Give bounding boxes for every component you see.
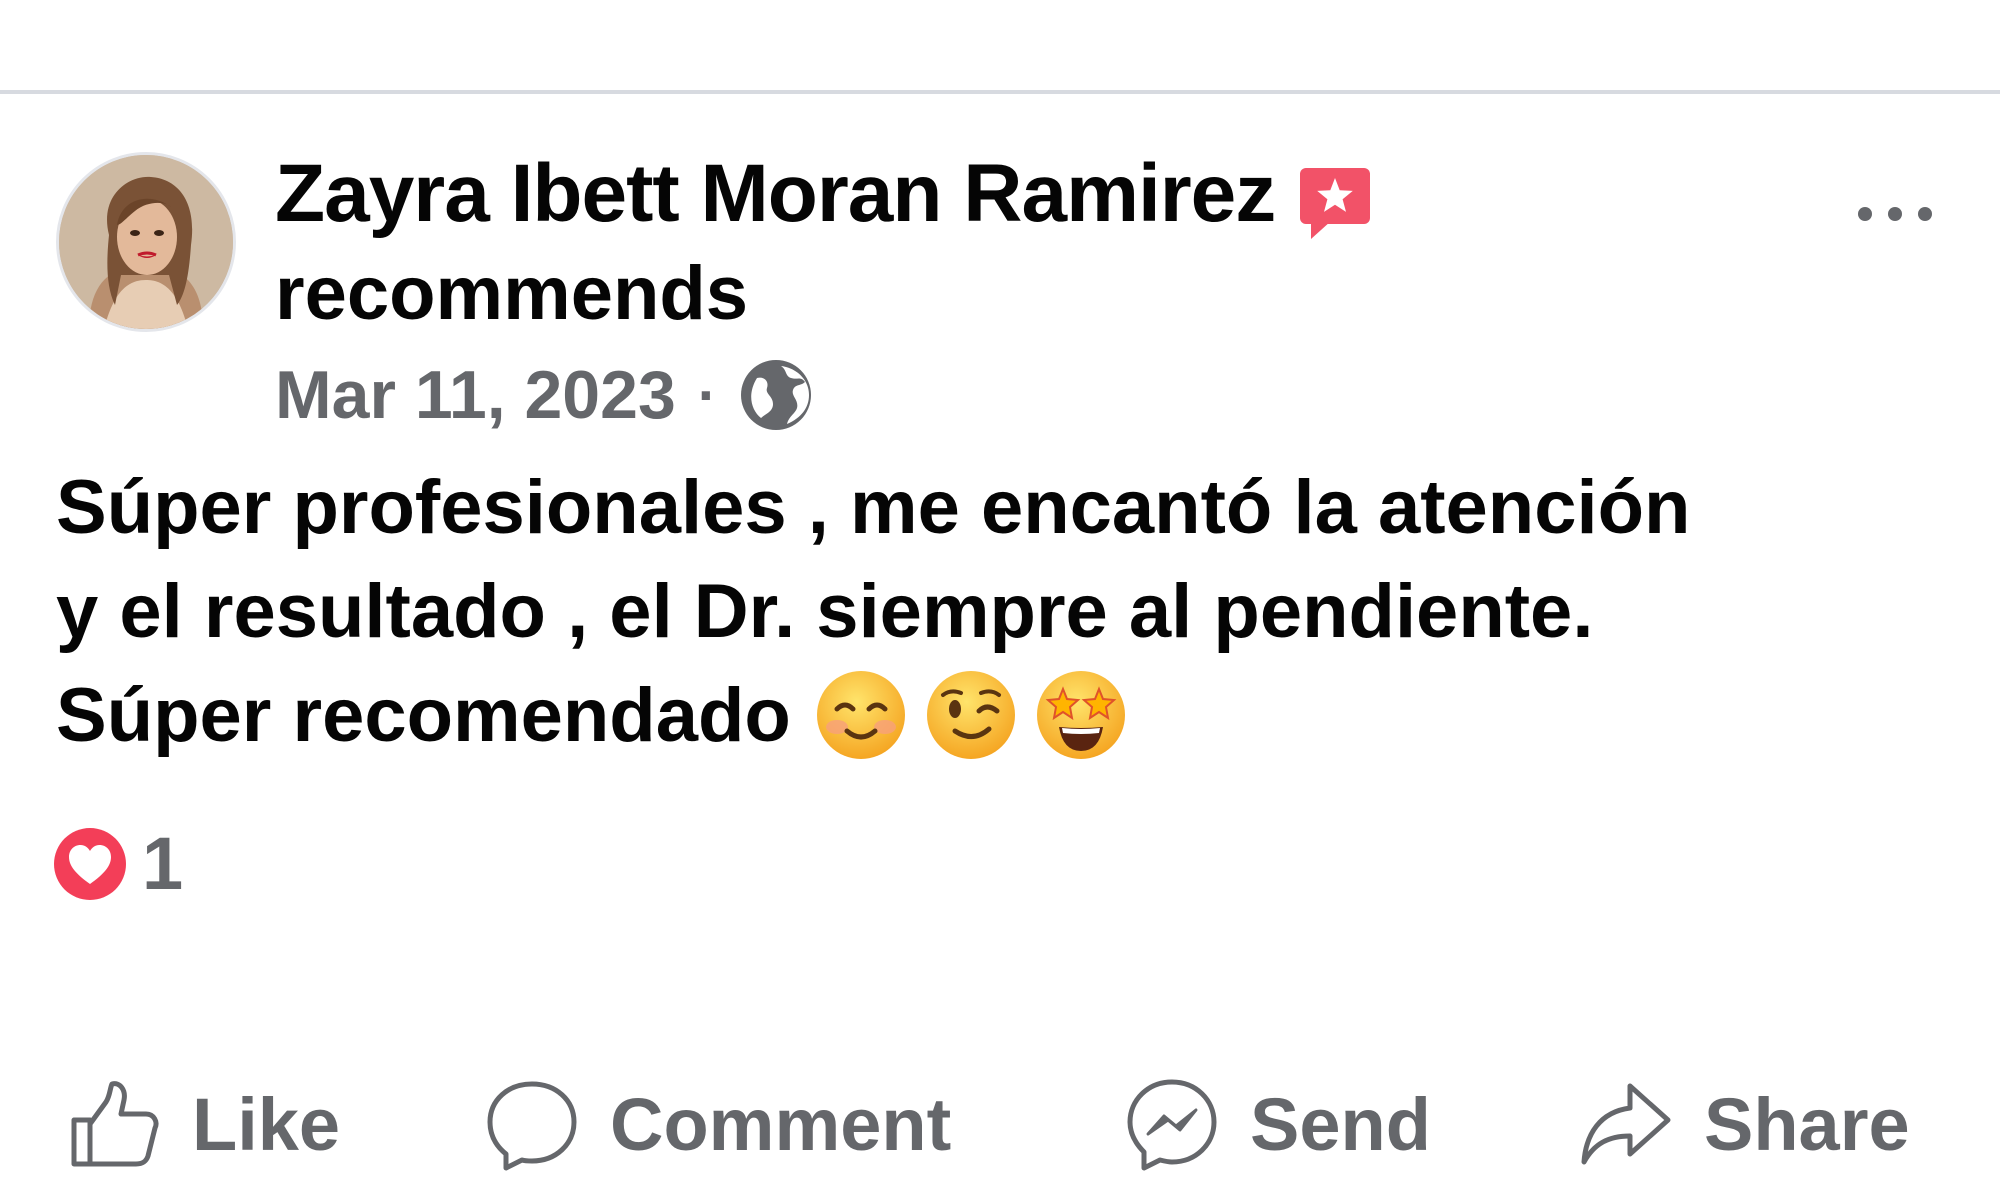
more-options-icon	[1918, 207, 1932, 221]
post-date[interactable]: Mar 11, 2023	[275, 350, 676, 440]
post-text-line: y el resultado , el Dr. siempre al pendi…	[56, 569, 1594, 654]
action-bar: Like Comment Send Share	[0, 1064, 2000, 1184]
send-label: Send	[1250, 1082, 1431, 1166]
comment-bubble-icon	[487, 1081, 577, 1171]
avatar-image	[59, 155, 233, 329]
thumbs-up-icon	[71, 1081, 159, 1167]
smiling-face-emoji	[816, 670, 905, 759]
send-button[interactable]: Send	[1124, 1064, 1431, 1184]
avatar[interactable]	[56, 152, 236, 332]
meta-separator: ·	[697, 362, 718, 428]
share-arrow-icon	[1581, 1083, 1671, 1165]
more-options-button[interactable]	[1850, 194, 1940, 234]
share-button[interactable]: Share	[1578, 1064, 1910, 1184]
more-options-icon	[1888, 207, 1902, 221]
like-label: Like	[192, 1082, 341, 1166]
share-label: Share	[1704, 1082, 1910, 1166]
comment-label: Comment	[610, 1082, 952, 1166]
comment-button[interactable]: Comment	[484, 1064, 951, 1184]
recommend-star-icon	[1297, 165, 1373, 241]
like-button[interactable]: Like	[66, 1064, 340, 1184]
messenger-icon	[1127, 1079, 1217, 1171]
more-options-icon	[1858, 207, 1872, 221]
globe-icon	[739, 358, 813, 432]
star-struck-emoji	[1036, 670, 1125, 759]
reaction-count: 1	[142, 822, 184, 905]
author-name[interactable]: Zayra Ibett Moran Ramirez	[275, 144, 1276, 244]
reactions-summary[interactable]: 1	[52, 824, 183, 904]
post-text-line: Súper profesionales , me encantó la aten…	[56, 465, 1691, 550]
recommends-text: recommends	[275, 251, 749, 336]
post-meta: Mar 11, 2023 ·	[275, 350, 1795, 440]
post-header: Zayra Ibett Moran Ramirez recommends Mar…	[275, 144, 1795, 440]
recommendation-post: Zayra Ibett Moran Ramirez recommends Mar…	[0, 94, 2000, 1200]
winking-face-emoji	[926, 670, 1015, 759]
heart-reaction-icon	[54, 828, 126, 900]
emoji-row	[815, 669, 1127, 761]
post-text-line: Súper recomendado	[56, 673, 791, 758]
post-body: Súper profesionales , me encantó la aten…	[56, 456, 1946, 768]
post-text-line-with-emoji: Súper recomendado	[56, 664, 1946, 768]
